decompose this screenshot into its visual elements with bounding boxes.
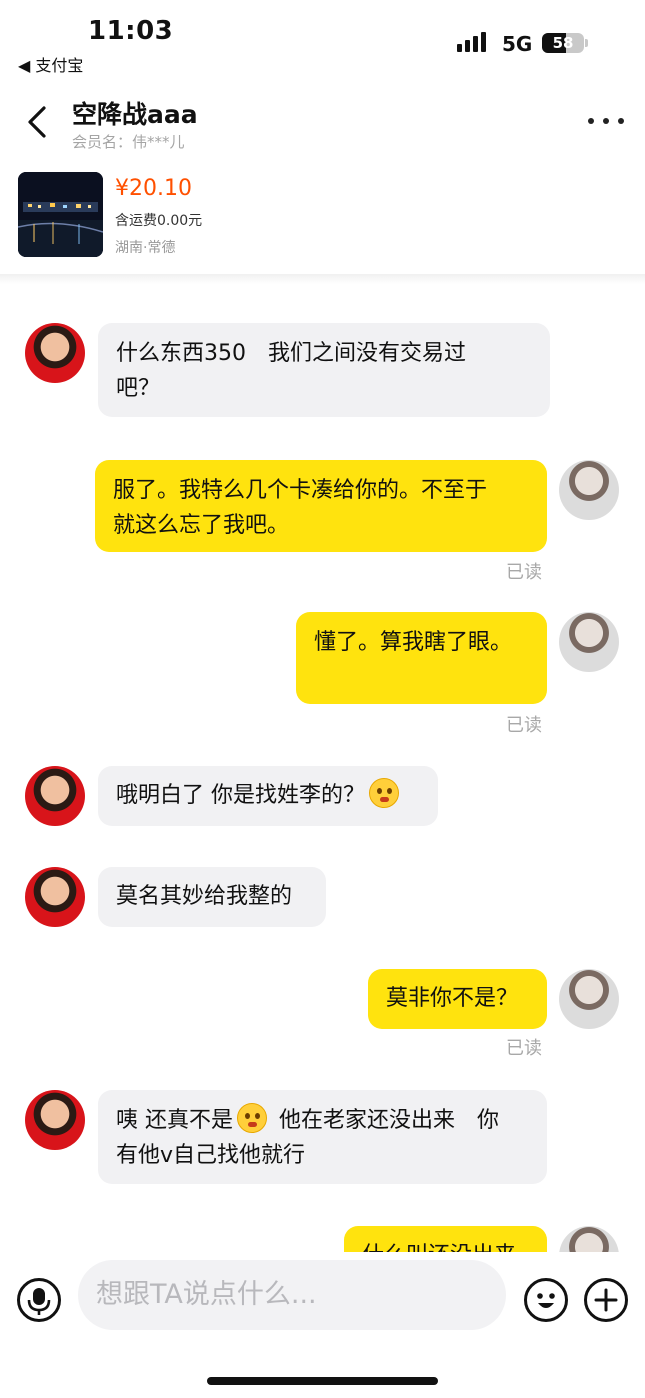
product-image[interactable] bbox=[18, 172, 103, 257]
product-location: 湖南·常德 bbox=[115, 240, 176, 256]
message-text-line: 什么叫还没出来 bbox=[362, 1243, 516, 1252]
battery-percent: 58 bbox=[552, 34, 574, 52]
message-bubble-incoming[interactable]: 莫名其妙给我整的 bbox=[98, 867, 326, 927]
shipping-fee: 含运费0.00元 bbox=[115, 213, 203, 229]
emoji-button[interactable] bbox=[524, 1278, 568, 1322]
message-bubble-incoming[interactable]: 什么东西350 我们之间没有交易过 吧？ bbox=[98, 323, 550, 417]
message-bubble-outgoing[interactable]: 懂了。算我瞎了眼。 bbox=[296, 612, 547, 704]
my-avatar[interactable] bbox=[559, 969, 619, 1029]
message-bubble-outgoing[interactable]: 什么叫还没出来 bbox=[344, 1226, 547, 1252]
network-type: 5G bbox=[502, 32, 533, 56]
message-text-line: 哦明白了 你是找姓李的？ bbox=[116, 783, 365, 808]
contact-avatar[interactable] bbox=[25, 766, 85, 826]
my-avatar[interactable] bbox=[559, 1226, 619, 1252]
back-arrow-icon[interactable] bbox=[24, 104, 50, 140]
message-text-line: 懂了。算我瞎了眼。 bbox=[314, 630, 513, 655]
battery-tip bbox=[585, 39, 588, 47]
read-status: 已读 bbox=[506, 1038, 542, 1059]
message-text-line: 莫非你不是？ bbox=[386, 986, 519, 1011]
header-divider bbox=[0, 274, 645, 284]
microphone-icon bbox=[27, 1288, 51, 1315]
contact-avatar[interactable] bbox=[25, 323, 85, 383]
voice-input-button[interactable] bbox=[17, 1278, 61, 1322]
message-bubble-incoming[interactable]: 哦明白了 你是找姓李的？ bbox=[98, 766, 438, 826]
member-name: 会员名：伟***儿 bbox=[72, 133, 185, 151]
message-text-line: 什么东西350 我们之间没有交易过 bbox=[116, 341, 466, 366]
grinning-emoji-icon bbox=[237, 1103, 267, 1133]
message-text-line: 咦 还真不是 bbox=[116, 1108, 233, 1133]
astonished-emoji-icon bbox=[369, 778, 399, 808]
message-text-line: 他在老家还没出来 你 bbox=[279, 1108, 500, 1133]
message-text-line: 莫名其妙给我整的 bbox=[116, 884, 293, 909]
my-avatar[interactable] bbox=[559, 612, 619, 672]
message-input[interactable]: 想跟TA说点什么... bbox=[78, 1260, 506, 1330]
message-text-line: 就这么忘了我吧。 bbox=[113, 513, 290, 538]
message-bubble-outgoing[interactable]: 莫非你不是？ bbox=[368, 969, 547, 1029]
signal-icon bbox=[457, 30, 493, 52]
contact-avatar[interactable] bbox=[25, 1090, 85, 1150]
plus-icon bbox=[594, 1288, 618, 1312]
home-indicator[interactable] bbox=[207, 1377, 438, 1385]
message-text-line: 吧？ bbox=[116, 376, 161, 401]
chat-title: 空降战aaa bbox=[72, 100, 198, 129]
product-price: ¥20.10 bbox=[115, 176, 192, 201]
more-actions-button[interactable] bbox=[584, 1278, 628, 1322]
my-avatar[interactable] bbox=[559, 460, 619, 520]
message-bubble-incoming[interactable]: 咦 还真不是 他在老家还没出来 你 有他v自己找他就行 bbox=[98, 1090, 547, 1184]
status-time: 11:03 bbox=[88, 16, 174, 46]
smiley-icon bbox=[537, 1293, 555, 1308]
contact-avatar[interactable] bbox=[25, 867, 85, 927]
more-options-icon[interactable] bbox=[588, 118, 624, 126]
battery-icon: 58 bbox=[542, 33, 584, 53]
read-status: 已读 bbox=[506, 562, 542, 583]
read-status: 已读 bbox=[506, 715, 542, 736]
message-bubble-outgoing[interactable]: 服了。我特么几个卡凑给你的。不至于 就这么忘了我吧。 bbox=[95, 460, 547, 552]
message-text-line: 有他v自己找他就行 bbox=[116, 1143, 306, 1168]
chat-message-list[interactable]: 什么东西350 我们之间没有交易过 吧？ 服了。我特么几个卡凑给你的。不至于 就… bbox=[0, 284, 645, 1252]
back-to-app-link[interactable]: ◀ 支付宝 bbox=[18, 52, 83, 76]
message-text-line: 服了。我特么几个卡凑给你的。不至于 bbox=[113, 478, 488, 503]
